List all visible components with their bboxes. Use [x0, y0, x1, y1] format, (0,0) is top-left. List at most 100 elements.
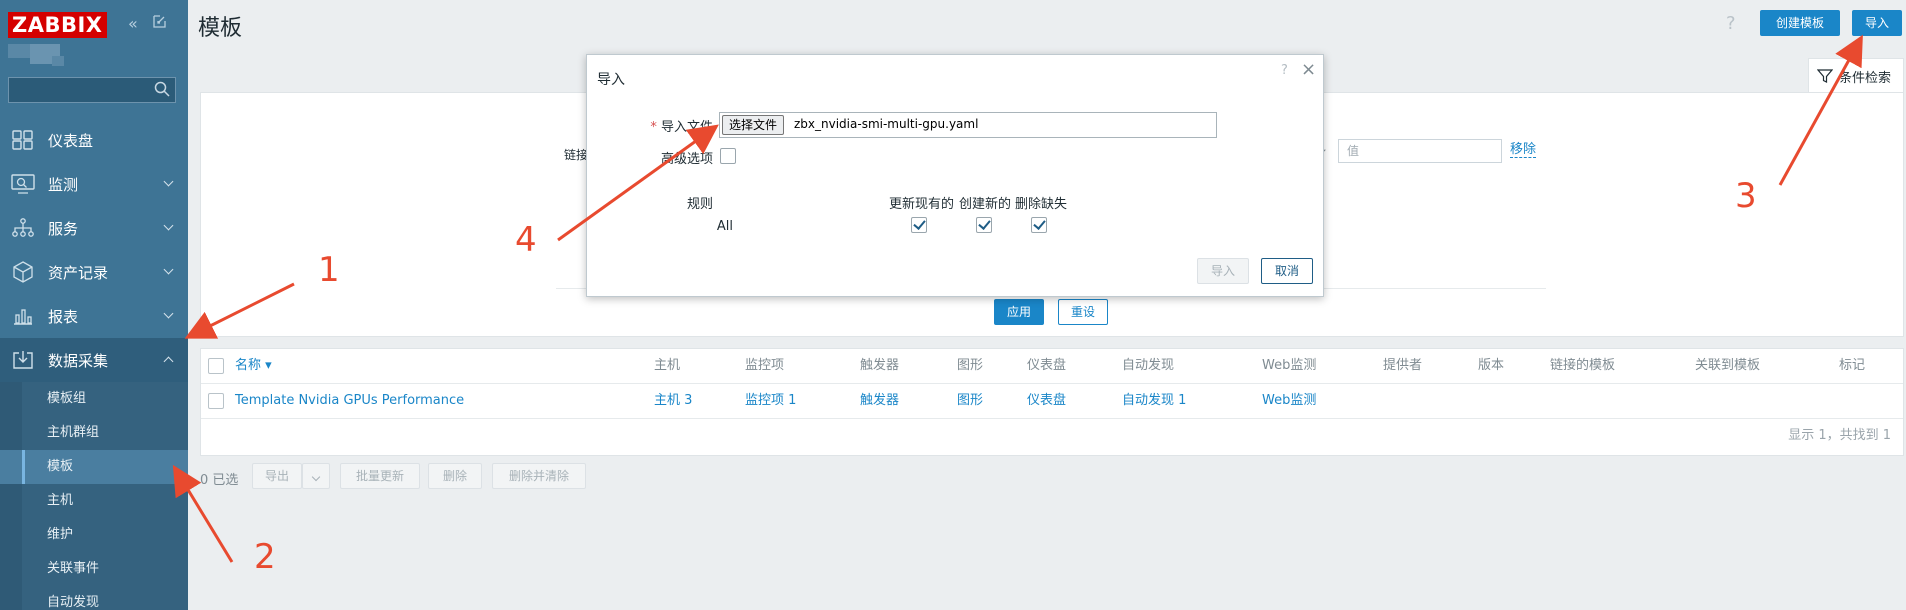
col-version: 版本 — [1478, 358, 1505, 373]
collapse-sidebar-icon[interactable]: « — [128, 14, 138, 33]
col-hosts: 主机 — [654, 358, 681, 373]
advanced-options-label: 高级选项 — [660, 152, 713, 167]
col-linked-to-templates: 关联到模板 — [1695, 358, 1761, 373]
submenu-item-maintenance[interactable]: 维护 — [0, 518, 188, 552]
items-link[interactable]: 监控项 1 — [745, 384, 796, 418]
page-title: 模板 — [198, 16, 243, 41]
col-tags: 标记 — [1839, 358, 1866, 373]
submenu-item-template-groups[interactable]: 模板组 — [0, 382, 188, 416]
delete-and-clear-button[interactable]: 删除并清除 — [492, 463, 586, 489]
annotation-number-3: 3 — [1735, 176, 1757, 216]
submenu-item-event-correlation[interactable]: 关联事件 — [0, 552, 188, 586]
reset-button[interactable]: 重设 — [1058, 299, 1108, 325]
chevron-down-icon — [311, 472, 321, 482]
menu-item-services[interactable]: 服务 — [0, 206, 188, 250]
create-new-checkbox[interactable] — [976, 217, 992, 233]
apply-button[interactable]: 应用 — [994, 299, 1044, 325]
sidebar-search-input[interactable] — [8, 77, 176, 103]
export-button[interactable]: 导出 — [252, 463, 302, 489]
zabbix-logo[interactable]: ZABBIX — [8, 12, 107, 38]
rules-label: 规则 — [686, 197, 713, 212]
chevron-down-icon — [163, 308, 174, 319]
annotation-number-1: 1 — [318, 250, 340, 290]
hosts-link[interactable]: 主机 3 — [654, 384, 692, 418]
import-file-label: * 导入文件 — [637, 116, 713, 135]
delete-button[interactable]: 删除 — [428, 463, 482, 489]
submenu-item-hosts[interactable]: 主机 — [0, 484, 188, 518]
col-update-existing: 更新现有的 — [889, 197, 955, 212]
filter-tab[interactable]: 条件检索 — [1808, 58, 1904, 92]
dialog-cancel-button[interactable]: 取消 — [1261, 258, 1313, 284]
monitoring-icon — [10, 173, 36, 195]
submenu-item-discovery[interactable]: 自动发现 — [0, 586, 188, 610]
chevron-down-icon — [163, 220, 174, 231]
col-dashboards: 仪表盘 — [1027, 358, 1067, 373]
inventory-icon — [10, 261, 36, 283]
table-footer: 显示 1，共找到 1 — [201, 419, 1903, 455]
help-icon[interactable]: ? — [1281, 63, 1288, 78]
create-template-button[interactable]: 创建模板 — [1760, 10, 1840, 36]
col-discovery: 自动发现 — [1122, 358, 1175, 373]
chevron-down-icon — [163, 176, 174, 187]
template-name-link[interactable]: Template Nvidia GPUs Performance — [235, 384, 464, 418]
search-icon[interactable] — [153, 80, 171, 98]
kiosk-mode-icon[interactable] — [152, 14, 167, 33]
update-existing-checkbox[interactable] — [911, 217, 927, 233]
submenu-item-templates[interactable]: 模板 — [0, 450, 188, 484]
delete-missing-checkbox[interactable] — [1031, 217, 1047, 233]
col-vendor: 提供者 — [1383, 358, 1423, 373]
selected-count: 0 已选 — [200, 473, 239, 488]
choose-file-button[interactable]: 选择文件 — [722, 115, 785, 135]
table-header-row: 名称 ▾ 主机 监控项 触发器 图形 仪表盘 自动发现 Web监测 提供者 版本… — [201, 349, 1903, 384]
filter-icon — [1816, 68, 1834, 88]
sidebar: ZABBIX « 仪表盘 监测 服务 资产记录 报表 数据采集 模板组 主机群组… — [0, 0, 188, 610]
menu-label: 服务 — [48, 219, 79, 238]
select-all-checkbox[interactable] — [208, 358, 224, 374]
file-input[interactable]: 选择文件 zbx_nvidia-smi-multi-gpu.yaml — [719, 112, 1217, 138]
row-checkbox[interactable] — [208, 393, 224, 409]
import-dialog: 导入 ? × * 导入文件 选择文件 zbx_nvidia-smi-multi-… — [586, 54, 1324, 297]
triggers-link[interactable]: 触发器 — [860, 384, 899, 418]
menu-label: 仪表盘 — [48, 131, 94, 150]
menu-item-dashboards[interactable]: 仪表盘 — [0, 118, 188, 162]
dashboard-icon — [10, 129, 36, 151]
selected-file-name: zbx_nvidia-smi-multi-gpu.yaml — [794, 117, 979, 131]
dialog-import-button[interactable]: 导入 — [1197, 258, 1249, 284]
results-count: 显示 1，共找到 1 — [1788, 428, 1891, 443]
advanced-options-checkbox[interactable] — [720, 148, 736, 164]
col-web: Web监测 — [1262, 358, 1317, 373]
services-icon — [10, 217, 36, 239]
help-icon[interactable]: ? — [1726, 13, 1736, 34]
menu-label: 资产记录 — [48, 263, 109, 282]
col-name[interactable]: 名称 ▾ — [235, 349, 272, 383]
reports-icon — [10, 305, 36, 327]
table-row: Template Nvidia GPUs Performance 主机 3 监控… — [201, 384, 1903, 419]
import-file-label-text: 导入文件 — [660, 120, 713, 135]
filter-tab-label: 条件检索 — [1839, 71, 1892, 86]
menu-label: 数据采集 — [48, 351, 109, 370]
menu-label: 监测 — [48, 175, 79, 194]
menu-item-data-collection[interactable]: 数据采集 — [0, 338, 188, 382]
discovery-link[interactable]: 自动发现 1 — [1122, 384, 1186, 418]
graphs-link[interactable]: 图形 — [957, 384, 983, 418]
menu-item-reports[interactable]: 报表 — [0, 294, 188, 338]
import-button[interactable]: 导入 — [1852, 10, 1902, 36]
chevron-down-icon — [163, 264, 174, 275]
col-linked-templates: 链接的模板 — [1550, 358, 1616, 373]
chevron-up-icon — [163, 356, 174, 367]
menu-item-inventory[interactable]: 资产记录 — [0, 250, 188, 294]
mass-update-button[interactable]: 批量更新 — [340, 463, 420, 489]
menu-item-monitoring[interactable]: 监测 — [0, 162, 188, 206]
required-mark: * — [650, 120, 657, 135]
close-icon[interactable]: × — [1301, 59, 1316, 80]
menu-label: 报表 — [48, 307, 79, 326]
dashboards-link[interactable]: 仪表盘 — [1027, 384, 1066, 418]
export-dropdown-button[interactable] — [302, 463, 330, 489]
tag-value-input[interactable]: 值 — [1338, 139, 1502, 163]
main-menu: 仪表盘 监测 服务 资产记录 报表 数据采集 模板组 主机群组 模板 主机 维护… — [0, 118, 188, 610]
rule-row-all: All — [716, 219, 733, 234]
submenu-item-host-groups[interactable]: 主机群组 — [0, 416, 188, 450]
remove-link[interactable]: 移除 — [1510, 142, 1537, 158]
web-link[interactable]: Web监测 — [1262, 384, 1316, 418]
data-collection-icon — [10, 349, 36, 371]
